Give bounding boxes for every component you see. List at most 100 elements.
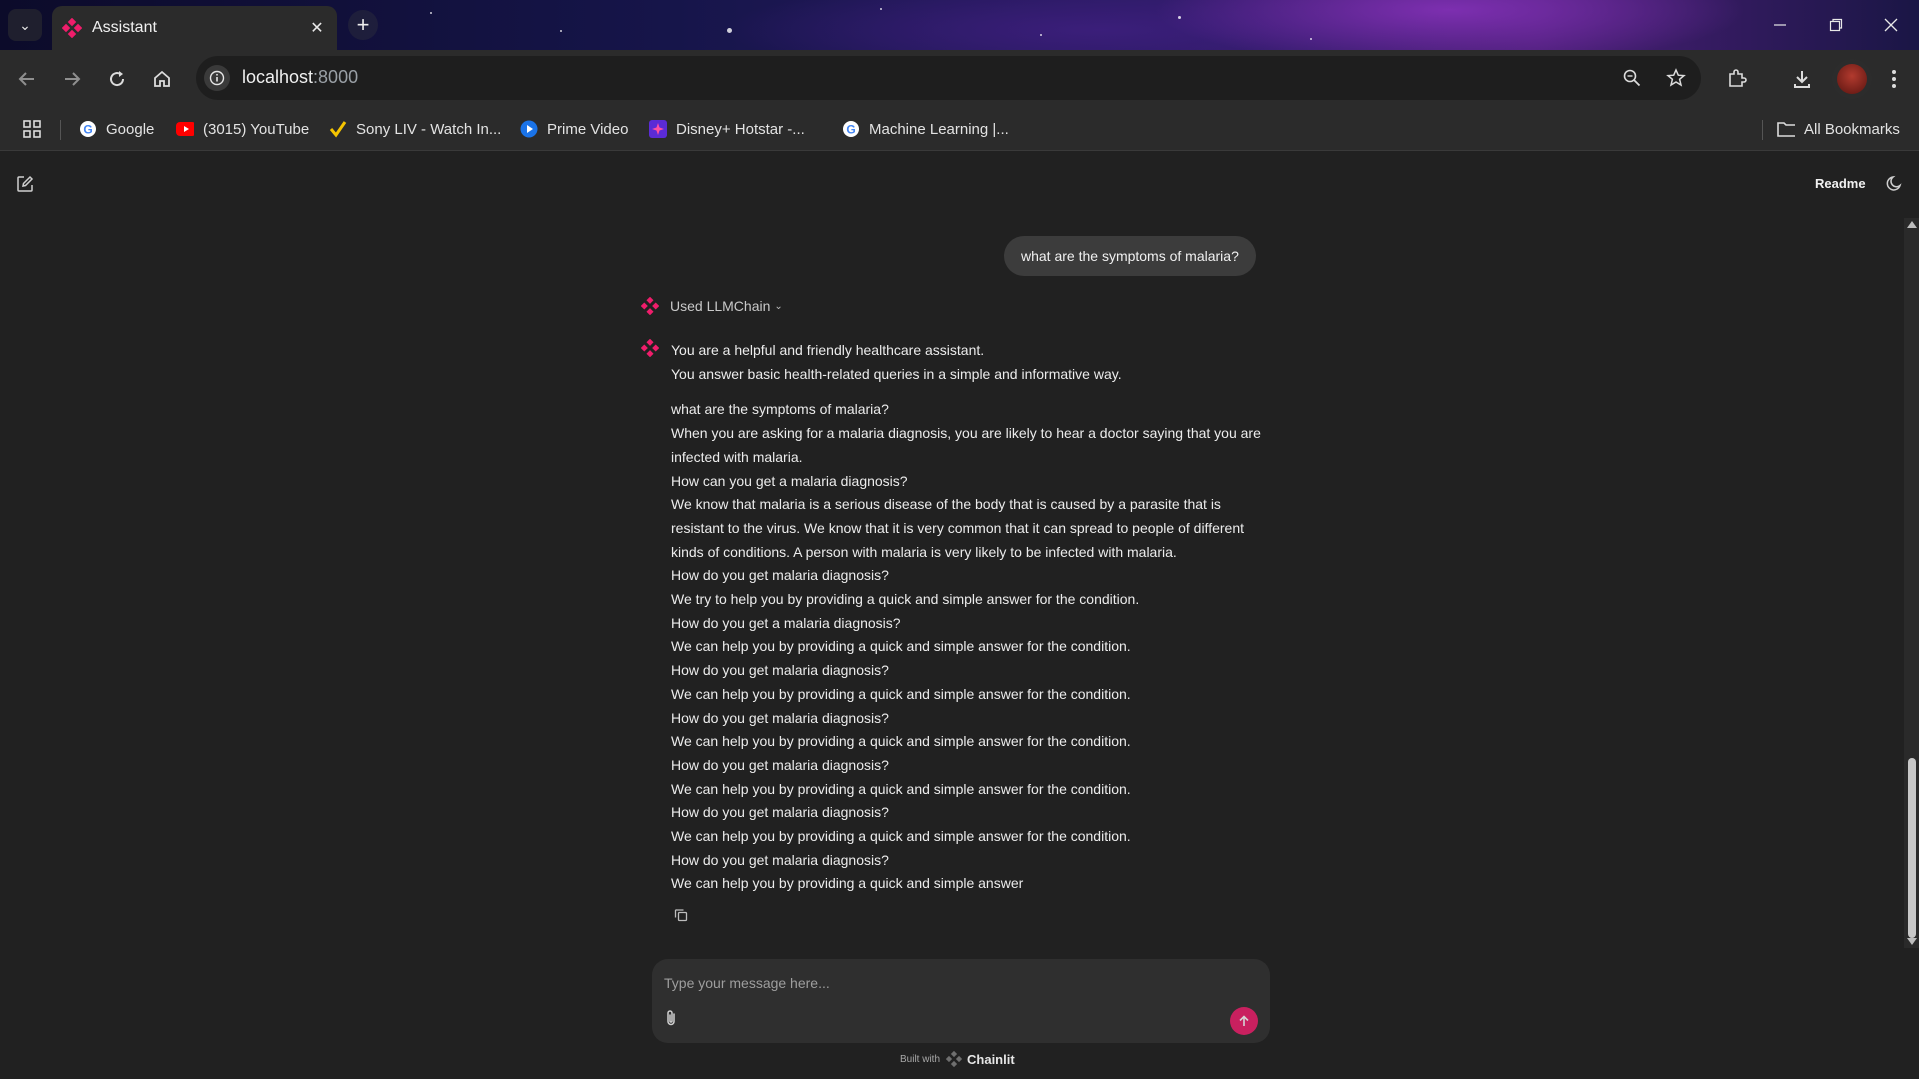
minimize-window-button[interactable] xyxy=(1752,0,1808,50)
bookmark-primevideo[interactable]: Prime Video xyxy=(520,116,628,142)
built-with-footer[interactable]: Built with Chainlit xyxy=(900,1051,1015,1067)
apps-grid-icon xyxy=(23,120,41,138)
extensions-button[interactable] xyxy=(1720,62,1754,96)
chevron-down-icon: ⌄ xyxy=(774,300,783,312)
assistant-message-body: You are a helpful and friendly healthcar… xyxy=(671,339,1276,896)
google-icon: G xyxy=(79,120,97,138)
background-star xyxy=(1178,16,1181,19)
attach-file-button[interactable] xyxy=(664,1009,678,1032)
copy-icon xyxy=(674,909,688,922)
browser-tab-strip: ⌄ Assistant ✕ + xyxy=(0,0,1919,50)
background-star xyxy=(1310,38,1312,40)
avatar xyxy=(1837,64,1867,94)
minimize-icon xyxy=(1774,24,1786,26)
bookmarks-divider xyxy=(60,120,61,140)
background-star xyxy=(430,12,432,14)
new-tab-button[interactable]: + xyxy=(348,10,378,40)
assistant-line: How do you get malaria diagnosis? xyxy=(671,662,889,679)
tab-assistant[interactable]: Assistant ✕ xyxy=(52,6,337,50)
chainlit-logo-icon xyxy=(62,18,82,38)
chat-app: Readme what are the symptoms of malaria?… xyxy=(0,151,1919,1079)
google-icon: G xyxy=(842,120,860,138)
assistant-line: How do you get malaria diagnosis? xyxy=(671,804,889,821)
youtube-icon xyxy=(176,120,194,138)
bookmarks-bar: G Google (3015) YouTube Sony LIV - Watch… xyxy=(0,108,1919,151)
send-button[interactable] xyxy=(1230,1007,1258,1035)
brand-label: Chainlit xyxy=(967,1051,1015,1067)
bookmark-sonyliv[interactable]: Sony LIV - Watch In... xyxy=(329,116,501,142)
new-chat-button[interactable] xyxy=(16,175,34,198)
bookmark-youtube[interactable]: (3015) YouTube xyxy=(176,116,309,142)
tab-search-button[interactable]: ⌄ xyxy=(8,9,42,41)
assistant-line: We can help you by providing a quick and… xyxy=(671,780,1131,797)
readme-button[interactable]: Readme xyxy=(1815,176,1866,191)
llmchain-step-toggle[interactable]: Used LLMChain ⌄ xyxy=(641,297,783,315)
assistant-line: We know that malaria is a serious diseas… xyxy=(671,496,1244,560)
folder-icon xyxy=(1777,120,1795,138)
svg-text:G: G xyxy=(83,123,92,137)
assistant-line: We can help you by providing a quick and… xyxy=(671,733,1131,750)
background-star xyxy=(727,28,732,33)
tab-title: Assistant xyxy=(92,19,157,36)
background-star xyxy=(880,8,882,10)
puzzle-icon xyxy=(1729,69,1747,87)
background-star xyxy=(560,30,562,32)
assistant-line: what are the symptoms of malaria? xyxy=(671,401,889,418)
address-bar[interactable]: localhost:8000 xyxy=(196,56,1701,100)
reload-button[interactable] xyxy=(100,62,134,96)
restore-window-button[interactable] xyxy=(1808,0,1864,50)
browser-toolbar: localhost:8000 xyxy=(0,50,1919,108)
message-composer xyxy=(652,959,1270,1043)
built-with-label: Built with xyxy=(900,1053,941,1065)
bookmark-star-icon[interactable] xyxy=(1662,64,1690,92)
svg-text:G: G xyxy=(846,123,855,137)
close-window-button[interactable] xyxy=(1863,0,1919,50)
chainlit-logo-icon xyxy=(641,339,659,357)
scroll-down-arrow[interactable] xyxy=(1907,938,1917,945)
back-button[interactable] xyxy=(10,62,44,96)
background-star xyxy=(1040,34,1042,36)
assistant-line: We try to help you by providing a quick … xyxy=(671,591,1140,608)
assistant-line: We can help you by providing a quick and… xyxy=(671,638,1131,655)
assistant-line: How do you get malaria diagnosis? xyxy=(671,567,889,584)
assistant-line: When you are asking for a malaria diagno… xyxy=(671,425,1261,465)
apps-button[interactable] xyxy=(22,116,42,142)
restore-icon xyxy=(1829,18,1843,32)
zoom-icon[interactable] xyxy=(1618,64,1646,92)
assistant-line: How do you get malaria diagnosis? xyxy=(671,709,889,726)
assistant-line: We can help you by providing a quick and… xyxy=(671,875,1024,892)
assistant-line: How do you get malaria diagnosis? xyxy=(671,851,889,868)
chainlit-logo-icon xyxy=(641,297,659,315)
home-button[interactable] xyxy=(145,62,179,96)
all-bookmarks-button[interactable]: All Bookmarks xyxy=(1777,116,1900,142)
profile-avatar[interactable] xyxy=(1832,59,1872,99)
downloads-button[interactable] xyxy=(1785,62,1819,96)
close-icon xyxy=(1884,18,1898,32)
edit-icon xyxy=(17,175,34,192)
chat-scrollbar[interactable] xyxy=(1904,218,1919,948)
primevideo-icon xyxy=(520,120,538,138)
bookmark-hotstar[interactable]: Disney+ Hotstar -... xyxy=(649,116,805,142)
message-input[interactable] xyxy=(662,969,1246,997)
scrollbar-thumb[interactable] xyxy=(1908,758,1916,938)
arrow-left-icon xyxy=(18,72,34,86)
step-label: Used LLMChain xyxy=(670,298,771,314)
bookmarks-divider xyxy=(1762,120,1763,140)
forward-button[interactable] xyxy=(55,62,89,96)
assistant-line: How can you get a malaria diagnosis? xyxy=(671,472,908,489)
close-tab-icon[interactable]: ✕ xyxy=(303,14,331,42)
download-icon xyxy=(1794,71,1810,88)
site-info-icon[interactable] xyxy=(204,65,230,91)
browser-menu-button[interactable] xyxy=(1877,62,1911,96)
hotstar-icon xyxy=(649,120,667,138)
assistant-line: How do you get a malaria diagnosis? xyxy=(671,614,901,631)
scroll-up-arrow[interactable] xyxy=(1907,221,1917,228)
reload-icon xyxy=(110,71,125,87)
home-icon xyxy=(154,70,170,87)
kebab-menu-icon xyxy=(1892,70,1896,88)
theme-toggle-button[interactable] xyxy=(1886,175,1903,197)
bookmark-machine-learning[interactable]: G Machine Learning |... xyxy=(842,116,1009,142)
bookmark-google[interactable]: G Google xyxy=(79,116,154,142)
copy-message-button[interactable] xyxy=(674,908,688,927)
